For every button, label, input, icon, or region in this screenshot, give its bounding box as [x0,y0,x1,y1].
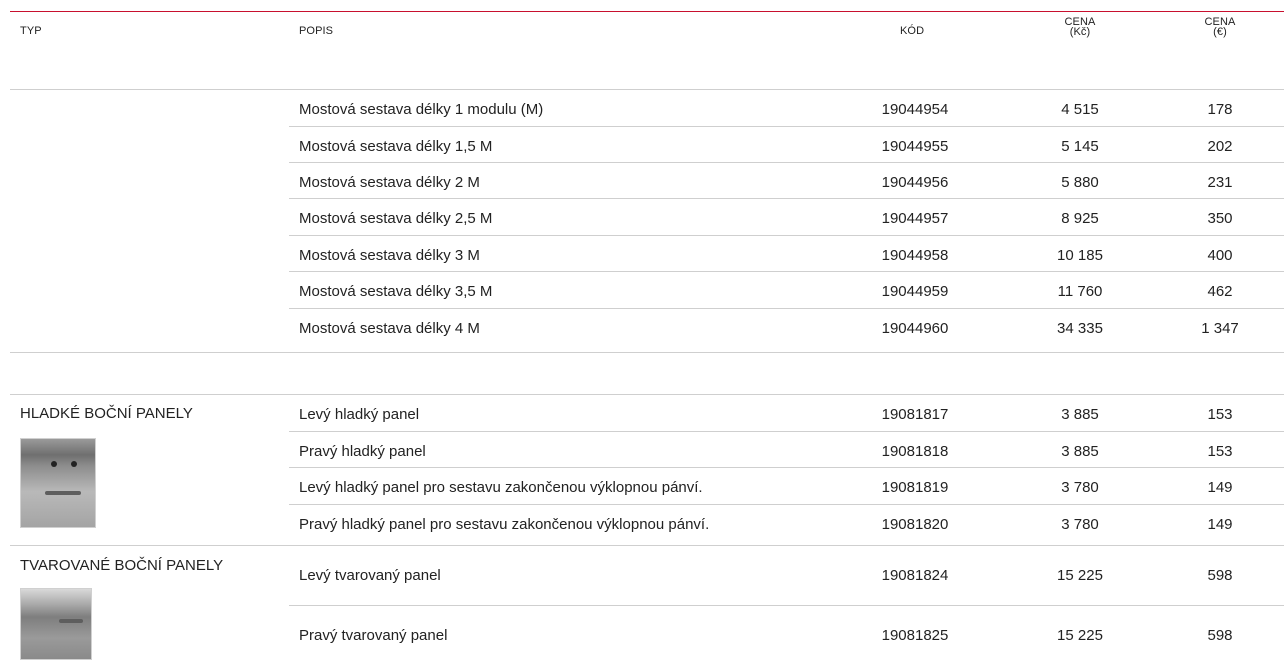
column-header-cena-czk: CENA (Kč) [1064,16,1096,38]
row-divider [289,431,1284,432]
section-title-shaped-panels: TVAROVANÉ BOČNÍ PANELY [20,557,224,574]
bridge-row-price-czk: 10 185 [1057,247,1103,264]
shaped-row-price-czk: 15 225 [1057,627,1103,644]
bridge-row-code: 19044958 [881,247,949,264]
smooth-row-price-eur: 149 [1207,516,1233,533]
smooth-side-panel-photo-icon [20,438,96,528]
smooth-row-price-czk: 3 780 [1061,516,1099,533]
section-divider [10,352,1284,353]
row-divider [289,162,1284,163]
section-divider [10,89,1284,90]
bridge-row-price-eur: 350 [1207,210,1233,227]
bridge-row-code: 19044957 [881,210,949,227]
bridge-row-desc: Mostová sestava délky 2,5 M [299,210,493,227]
row-divider [289,126,1284,127]
bridge-row-price-eur: 178 [1207,101,1233,118]
row-divider [289,467,1284,468]
shaped-side-panel-photo-icon [20,588,92,660]
row-divider [289,308,1284,309]
bridge-row-desc: Mostová sestava délky 3,5 M [299,283,493,300]
bridge-row-code: 19044955 [881,138,949,155]
bridge-row-price-czk: 34 335 [1057,320,1103,337]
bridge-row-price-eur: 231 [1207,174,1233,191]
column-header-cena-eur: CENA (€) [1204,16,1236,38]
bridge-row-price-eur: 400 [1207,247,1233,264]
shaped-row-desc: Levý tvarovaný panel [299,567,441,584]
bridge-row-code: 19044956 [881,174,949,191]
bridge-row-desc: Mostová sestava délky 2 M [299,174,480,191]
bridge-row-price-eur: 202 [1207,138,1233,155]
smooth-row-desc: Pravý hladký panel pro sestavu zakončeno… [299,516,710,533]
bridge-row-price-eur: 462 [1207,283,1233,300]
shaped-row-code: 19081824 [881,567,949,584]
row-divider [289,271,1284,272]
column-header-kod: KÓD [900,25,925,37]
smooth-row-price-eur: 153 [1207,443,1233,460]
smooth-row-code: 19081819 [881,479,949,496]
shaped-row-price-eur: 598 [1207,627,1233,644]
bridge-row-desc: Mostová sestava délky 3 M [299,247,480,264]
shaped-row-price-czk: 15 225 [1057,567,1103,584]
bridge-row-price-czk: 8 925 [1061,210,1099,227]
smooth-row-price-czk: 3 780 [1061,479,1099,496]
smooth-row-price-eur: 153 [1207,406,1233,423]
row-divider [289,235,1284,236]
column-header-typ: TYP [20,25,42,37]
bridge-row-code: 19044959 [881,283,949,300]
smooth-row-price-czk: 3 885 [1061,443,1099,460]
section-divider [10,394,1284,395]
smooth-row-price-czk: 3 885 [1061,406,1099,423]
column-header-popis: POPIS [299,25,334,37]
bridge-row-desc: Mostová sestava délky 4 M [299,320,480,337]
bridge-row-price-czk: 11 760 [1057,283,1103,300]
shaped-row-price-eur: 598 [1207,567,1233,584]
bridge-row-code: 19044954 [881,101,949,118]
section-divider [10,545,1284,546]
bridge-row-price-czk: 5 880 [1061,174,1099,191]
row-divider [289,198,1284,199]
bridge-row-code: 19044960 [881,320,949,337]
bridge-row-desc: Mostová sestava délky 1 modulu (M) [299,101,544,118]
smooth-row-desc: Pravý hladký panel [299,443,426,460]
smooth-row-code: 19081818 [881,443,949,460]
smooth-row-desc: Levý hladký panel pro sestavu zakončenou… [299,479,703,496]
section-title-smooth-panels: HLADKÉ BOČNÍ PANELY [20,405,193,422]
row-divider [289,504,1284,505]
header-top-rule [10,11,1284,12]
bridge-row-price-czk: 5 145 [1061,138,1099,155]
smooth-row-code: 19081817 [881,406,949,423]
bridge-row-price-czk: 4 515 [1061,101,1099,118]
bridge-row-price-eur: 1 347 [1201,320,1239,337]
row-divider [289,605,1284,606]
shaped-row-desc: Pravý tvarovaný panel [299,627,448,644]
bridge-row-desc: Mostová sestava délky 1,5 M [299,138,493,155]
smooth-row-code: 19081820 [881,516,949,533]
smooth-row-desc: Levý hladký panel [299,406,420,423]
shaped-row-code: 19081825 [881,627,949,644]
smooth-row-price-eur: 149 [1207,479,1233,496]
